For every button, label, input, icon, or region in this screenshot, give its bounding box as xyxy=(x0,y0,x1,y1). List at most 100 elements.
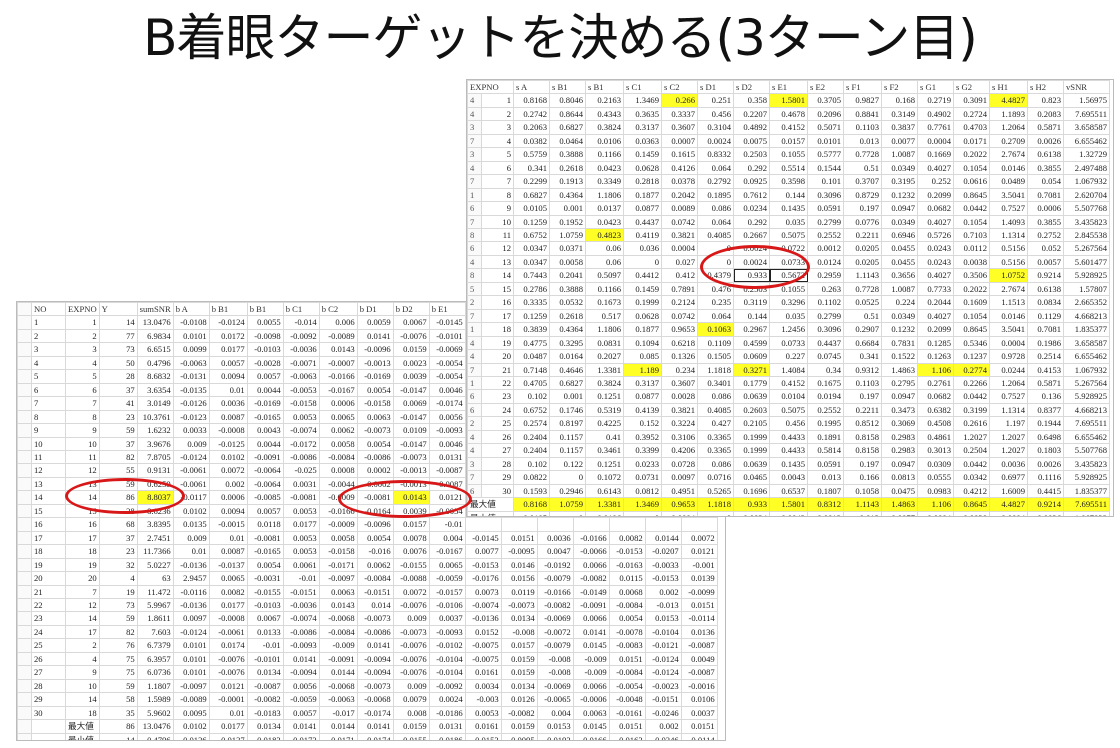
table-cell[interactable]: 0.3821 xyxy=(661,402,698,418)
table-cell[interactable]: 0.0877 xyxy=(623,389,662,404)
table-cell[interactable]: 0.1054 xyxy=(953,214,990,230)
table-cell[interactable]: 0.0115 xyxy=(608,571,646,586)
table-cell[interactable]: 19 xyxy=(65,557,100,573)
summary-cell[interactable]: 0.8645 xyxy=(953,497,990,512)
summary-cell[interactable]: 1.106 xyxy=(917,497,954,512)
table-cell[interactable]: -0.0054 xyxy=(428,369,466,384)
table-cell[interactable]: -0.0068 xyxy=(318,611,358,626)
table-cell[interactable]: 0.0152 xyxy=(464,624,502,640)
table-cell[interactable]: 0.2616 xyxy=(953,416,990,431)
table-cell[interactable]: 7 xyxy=(467,308,482,324)
table-cell[interactable]: 0.4775 xyxy=(513,335,550,351)
table-cell[interactable]: 0.4139 xyxy=(623,402,662,418)
table-cell[interactable]: 0.0049 xyxy=(680,651,718,667)
table-cell[interactable]: 0.0062 xyxy=(356,557,394,573)
row-number[interactable] xyxy=(17,719,32,734)
table-cell[interactable]: 0.0177 xyxy=(208,597,248,613)
table-cell[interactable]: -0.0084 xyxy=(318,624,358,640)
table-cell[interactable]: 0.3224 xyxy=(661,416,698,431)
table-cell[interactable]: 0.0002 xyxy=(356,463,394,478)
table-cell[interactable]: 0.4343 xyxy=(585,106,624,122)
table-cell[interactable]: -0.0165 xyxy=(246,409,284,425)
table-cell[interactable]: 0.0101 xyxy=(172,665,210,680)
table-cell[interactable]: 0.0053 xyxy=(282,503,320,519)
table-cell[interactable]: 4 xyxy=(467,93,482,108)
table-cell[interactable]: 0.0153 xyxy=(644,611,682,626)
table-cell[interactable]: -0.0069 xyxy=(536,611,574,626)
table-cell[interactable]: 10 xyxy=(65,678,100,694)
table-cell[interactable]: 4 xyxy=(65,651,100,667)
table-cell[interactable]: 0.1952 xyxy=(549,214,586,230)
table-cell[interactable]: 6.655462 xyxy=(1063,349,1110,364)
table-cell[interactable]: 0.6752 xyxy=(513,402,550,418)
table-cell[interactable]: 0.0102 xyxy=(172,503,210,519)
table-cell[interactable]: 0.0054 xyxy=(608,611,646,626)
table-cell[interactable]: 0.0089 xyxy=(661,201,698,216)
table-cell[interactable]: -0.0124 xyxy=(172,449,210,465)
table-cell[interactable]: 0.0177 xyxy=(282,517,320,532)
table-cell[interactable]: -0.0104 xyxy=(644,624,682,640)
table-cell[interactable]: -0.0136 xyxy=(464,611,502,626)
table-cell[interactable]: 0.0983 xyxy=(917,483,954,499)
table-cell[interactable]: 5.928925 xyxy=(1063,470,1110,485)
table-cell[interactable]: 0.0141 xyxy=(572,624,610,640)
table-cell[interactable]: 0.002 xyxy=(644,584,682,599)
table-cell[interactable]: 0.0947 xyxy=(881,456,918,472)
summary-cell[interactable]: -0.0136 xyxy=(172,732,210,740)
table-cell[interactable]: 9 xyxy=(481,201,514,216)
table-cell[interactable]: 3.435823 xyxy=(1063,214,1110,230)
table-cell[interactable]: 0.0026 xyxy=(1027,456,1064,472)
table-cell[interactable]: 16 xyxy=(65,517,100,532)
table-cell[interactable]: 0.2792 xyxy=(697,174,734,189)
table-cell[interactable]: 0.7443 xyxy=(513,268,550,283)
summary-cell[interactable]: -0.0174 xyxy=(356,732,394,740)
table-cell[interactable]: 0.0347 xyxy=(513,254,550,270)
table-cell[interactable]: -0.01 xyxy=(428,517,466,532)
table-cell[interactable]: -0.0099 xyxy=(680,584,718,599)
table-cell[interactable]: 0.009 xyxy=(172,436,210,452)
table-cell[interactable]: 0.2618 xyxy=(549,160,586,176)
summary-cell[interactable]: -0.0163 xyxy=(608,732,646,740)
table-cell[interactable]: 0.5871 xyxy=(1027,375,1064,391)
table-cell[interactable]: 0.0151 xyxy=(680,597,718,613)
summary-cell[interactable]: 86 xyxy=(98,719,138,734)
table-cell[interactable]: 0.8046 xyxy=(549,93,586,108)
table-cell[interactable]: 0.3365 xyxy=(697,429,734,445)
table-cell[interactable]: 0.102 xyxy=(513,389,550,404)
table-cell[interactable] xyxy=(644,517,682,532)
table-cell[interactable]: 0.0043 xyxy=(246,423,284,438)
table-cell[interactable]: 0.1669 xyxy=(917,147,954,162)
table-cell[interactable]: 0.3824 xyxy=(585,375,624,391)
table-cell[interactable]: 0.6218 xyxy=(661,335,698,351)
table-cell[interactable]: -0.009 xyxy=(318,638,358,653)
table-cell[interactable]: 1 xyxy=(467,375,482,391)
table-cell[interactable]: 0.0143 xyxy=(318,597,358,613)
table-cell[interactable]: -0.0153 xyxy=(644,571,682,586)
table-cell[interactable]: 0.1807 xyxy=(807,483,844,499)
table-cell[interactable]: -0.0103 xyxy=(246,342,284,357)
summary-cell[interactable]: 0.0141 xyxy=(356,719,394,734)
table-cell[interactable]: -0.0006 xyxy=(572,692,610,707)
table-cell[interactable]: 0.0628 xyxy=(623,160,662,176)
table-cell[interactable]: 0.9214 xyxy=(1027,268,1064,283)
table-cell[interactable]: -0.003 xyxy=(464,692,502,707)
table-cell[interactable]: 0.0194 xyxy=(807,389,844,404)
table-cell[interactable]: 0.0442 xyxy=(953,389,990,404)
table-cell[interactable]: 24 xyxy=(31,624,66,640)
table-cell[interactable]: 19 xyxy=(98,584,138,599)
table-cell[interactable]: 0.0101 xyxy=(807,133,844,149)
table-cell[interactable]: 0.2022 xyxy=(953,281,990,297)
table-cell[interactable]: 0.0024 xyxy=(697,133,734,149)
table-cell[interactable]: 6 xyxy=(31,382,66,398)
table-cell[interactable]: 0.8512 xyxy=(843,416,882,431)
table-cell[interactable]: 1.1806 xyxy=(585,187,624,203)
table-cell[interactable]: -0.0072 xyxy=(536,624,574,640)
table-cell[interactable]: 0.101 xyxy=(807,174,844,189)
table-cell[interactable]: 1.6232 xyxy=(136,423,174,438)
table-cell[interactable]: 0.4415 xyxy=(1027,483,1064,499)
table-cell[interactable]: 1.1513 xyxy=(989,295,1028,310)
table-cell[interactable]: -0.01 xyxy=(246,638,284,653)
table-cell[interactable]: 0.4212 xyxy=(953,483,990,499)
table-cell[interactable]: 0.2709 xyxy=(989,133,1028,149)
summary-cell[interactable]: 0.0024 xyxy=(733,510,770,516)
